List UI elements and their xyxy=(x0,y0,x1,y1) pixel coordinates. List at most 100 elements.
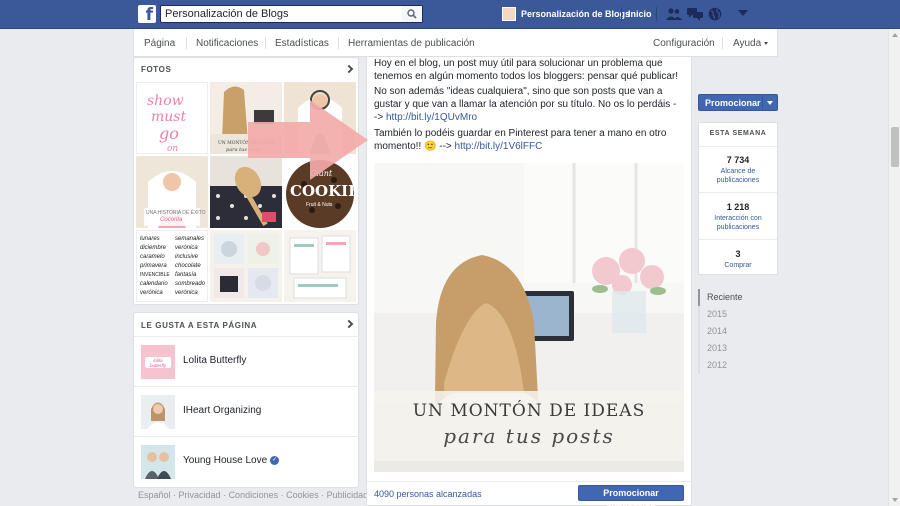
post-paragraph: Hoy en el blog, un post muy útil para so… xyxy=(374,58,679,82)
year-2012[interactable]: 2012 xyxy=(698,357,778,374)
lettering-word: verónica xyxy=(175,290,198,296)
photo-thumbnail[interactable]: show must go on xyxy=(136,82,208,154)
shop-value: 3 xyxy=(735,249,741,259)
photo-thumbnail[interactable] xyxy=(284,230,356,302)
arrow-right-icon xyxy=(248,100,368,180)
post-image[interactable]: UN MONTÓN DE IDEAS para tus posts xyxy=(374,163,684,472)
this-week-title: ESTA SEMANA xyxy=(709,130,767,137)
this-week-card: ESTA SEMANA 7 734 Alcance de publicacion… xyxy=(698,122,778,275)
promote-label: Promocionar xyxy=(705,98,761,108)
year-recent[interactable]: Reciente xyxy=(698,289,778,306)
tab-page[interactable]: Página xyxy=(144,38,175,49)
lettering-word: fantasía xyxy=(175,272,197,278)
notifications-globe-icon[interactable] xyxy=(708,7,724,21)
scroll-up-arrow-icon[interactable] xyxy=(892,33,898,37)
liked-page-row[interactable]: Young House Love ✓ xyxy=(134,436,360,486)
liked-page-name-text: Young House Love xyxy=(183,455,268,466)
avatar-lettering: lolita butterfly xyxy=(149,358,166,368)
liked-page-name[interactable]: Lolita Butterfly xyxy=(183,355,246,366)
chevron-right-icon[interactable] xyxy=(344,64,354,74)
shop-label[interactable]: Comprar xyxy=(699,261,777,270)
liked-page-row[interactable]: lolita butterfly Lolita Butterfly xyxy=(134,336,360,386)
help-menu[interactable]: Ayuda xyxy=(733,38,769,49)
svg-text:go: go xyxy=(159,124,179,143)
photo-desk-collage-image xyxy=(210,230,282,302)
footer-link-cookies[interactable]: Cookies xyxy=(286,490,319,500)
chevron-right-icon[interactable] xyxy=(344,319,354,329)
post-link[interactable]: http://bit.ly/1V6lFFC xyxy=(455,141,543,152)
liked-page-row[interactable]: IHeart Organizing xyxy=(134,386,360,436)
scroll-down-arrow-icon[interactable] xyxy=(892,498,898,502)
post-reach-label[interactable]: Alcance de publicaciones xyxy=(699,167,777,185)
post-paragraph: También lo podéis guardar en Pinterest p… xyxy=(374,127,679,153)
photo-thumbnail[interactable]: lunares diciembre caramelo primavera INV… xyxy=(136,230,208,302)
search-input[interactable] xyxy=(161,6,396,22)
liked-page-name[interactable]: IHeart Organizing xyxy=(183,405,261,416)
photo-thumbnail[interactable]: UNA HISTORIA DE ÉXITO Cocorita xyxy=(136,156,208,228)
post-paragraph: No son además "ideas cualquiera", sino q… xyxy=(374,85,679,124)
facebook-logo-icon[interactable]: f xyxy=(138,5,156,25)
divider xyxy=(699,146,777,147)
lettering-word: inclusive xyxy=(175,254,199,260)
liked-pages-card: LE GUSTA A ESTA PÁGINA lolita butterfly … xyxy=(133,312,360,488)
success-story-caption: UNA HISTORIA DE ÉXITO xyxy=(146,210,206,216)
photos-title: FOTOS xyxy=(141,65,172,74)
boost-post-button[interactable]: Promocionar publicación xyxy=(578,485,684,506)
lettering-word: verónica xyxy=(140,290,163,296)
friends-icon[interactable] xyxy=(666,7,682,21)
svg-text:must: must xyxy=(151,109,186,125)
lettering-word: diciembre xyxy=(140,245,167,251)
year-2013[interactable]: 2013 xyxy=(698,340,778,357)
post-card: Hoy en el blog, un post muy útil para so… xyxy=(366,57,692,506)
footer-link-privacy[interactable]: Privacidad xyxy=(179,490,221,500)
engagement-value: 1 218 xyxy=(726,202,750,212)
page-profile-link[interactable]: Personalización de Blogs xyxy=(502,6,630,22)
post-link[interactable]: http://bit.ly/1QUvMro xyxy=(386,112,477,123)
year-2014[interactable]: 2014 xyxy=(698,323,778,340)
post-reach-value: 7 734 xyxy=(726,155,750,165)
tab-settings[interactable]: Configuración xyxy=(653,38,715,49)
help-label: Ayuda xyxy=(733,38,762,49)
footer-link-language[interactable]: Español xyxy=(138,490,171,500)
scrollbar[interactable] xyxy=(888,29,900,506)
scrollbar-thumb[interactable] xyxy=(891,127,899,167)
footer-link-advertising[interactable]: Publicidad xyxy=(327,490,369,500)
lettering-word: chocolate xyxy=(175,263,201,269)
liked-page-name[interactable]: Young House Love ✓ xyxy=(183,455,280,466)
divider xyxy=(722,37,723,49)
divider xyxy=(367,481,691,482)
footer-link-terms[interactable]: Condiciones xyxy=(229,490,279,500)
iheart-organizing-avatar xyxy=(141,395,175,429)
page-nav: Página Notificaciones Estadísticas Herra… xyxy=(133,29,778,57)
photo-thumbnail[interactable] xyxy=(210,230,282,302)
lettering-word: verónica xyxy=(175,245,198,251)
tab-insights[interactable]: Estadísticas xyxy=(275,38,329,49)
promote-button[interactable]: Promocionar xyxy=(698,94,778,111)
post-reach[interactable]: 4090 personas alcanzadas xyxy=(374,489,482,499)
lolita-butterfly-avatar: lolita butterfly xyxy=(141,345,175,379)
messages-icon[interactable] xyxy=(687,7,703,21)
chevron-down-icon[interactable] xyxy=(767,101,773,105)
liked-pages-title: LE GUSTA A ESTA PÁGINA xyxy=(141,321,258,330)
tab-notifications[interactable]: Notificaciones xyxy=(196,38,258,49)
lettering-word: primavera xyxy=(140,263,167,269)
divider xyxy=(265,37,266,49)
svg-text:on: on xyxy=(167,144,178,154)
engagement-label[interactable]: Interacción con publicaciones xyxy=(699,214,777,232)
lettering-word: INVENCIBLE xyxy=(140,272,170,278)
divider xyxy=(338,37,339,49)
home-link[interactable]: Inicio xyxy=(628,9,652,19)
svg-text:show: show xyxy=(147,93,184,109)
divider xyxy=(699,192,777,193)
young-house-love-avatar xyxy=(141,445,175,479)
search-button[interactable] xyxy=(402,6,422,22)
lettering-word: sombreado xyxy=(175,281,206,287)
account-menu-caret-icon[interactable] xyxy=(738,10,748,16)
page-name: Personalización de Blogs xyxy=(521,9,631,19)
year-2015[interactable]: 2015 xyxy=(698,306,778,323)
divider xyxy=(762,95,763,110)
photo-printables-image xyxy=(284,230,356,302)
success-story-name: Cocorita xyxy=(160,217,183,223)
search-icon xyxy=(407,9,417,19)
tab-publishing-tools[interactable]: Herramientas de publicación xyxy=(348,38,475,49)
